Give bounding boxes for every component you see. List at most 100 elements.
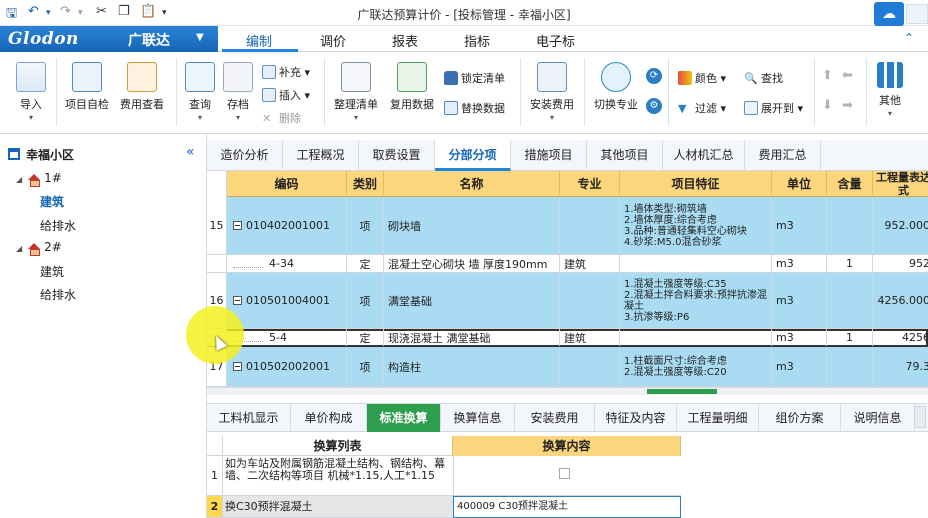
features-cell[interactable]: 1.混凝土强度等级:C35 2.混凝土拌合料要求:预拌抗渗混凝土 3.抗渗等级:P6 (620, 273, 772, 328)
tab-pricing-plan[interactable]: 组价方案 (759, 404, 841, 432)
tab-measures[interactable]: 措施项目 (511, 140, 587, 171)
import-button[interactable]: 导入 ▾ (10, 62, 52, 122)
tree-node-2-plumbing[interactable]: 给排水 (40, 286, 76, 303)
col-name-header[interactable]: 名称 (384, 171, 560, 197)
expr-cell[interactable]: 952 (873, 255, 928, 272)
bill-item-row[interactable]: 15 010402001001 项砌块墙 1.墙体类型:砌筑墙 2.墙体厚度:综合考虑 3… (207, 197, 928, 255)
collapse-row-icon[interactable] (233, 362, 242, 371)
qty-cell[interactable]: 1 (827, 329, 873, 346)
bill-item-row[interactable]: 16 010501004001 项满堂基础 1.混凝土强度等级:C35 2.混凝土拌合料… (207, 273, 928, 329)
move-right-icon[interactable]: ➡ (842, 98, 853, 113)
qty-cell[interactable] (827, 197, 873, 254)
conversion-row-selected[interactable]: 2 换C30预拌混凝土 400009 C30预拌混凝土 (207, 496, 681, 518)
col-category-header[interactable]: 类别 (347, 171, 384, 197)
tab-install-fee[interactable]: 安装费用 (515, 404, 595, 432)
detail-panel-toggle[interactable] (914, 406, 926, 428)
col-unit-header[interactable]: 单位 (772, 171, 827, 197)
cat-cell[interactable]: 项 (347, 197, 384, 254)
unit-cell[interactable]: m3 (772, 273, 827, 328)
major-cell[interactable]: 建筑 (560, 329, 620, 346)
conversion-list-header[interactable]: 换算列表 (223, 436, 453, 456)
sync-icon[interactable]: ⟳ (646, 68, 662, 84)
name-cell[interactable]: 混凝土空心砌块 墙 厚度190mm (384, 255, 560, 272)
tab-unit-price[interactable]: 单价构成 (291, 404, 367, 432)
tab-fee-summary[interactable]: 费用汇总 (745, 140, 821, 171)
collapse-row-icon[interactable] (233, 296, 242, 305)
install-fee-button[interactable]: 安装费用 ▾ (526, 62, 578, 122)
tree-node-1-building[interactable]: 建筑 (40, 193, 64, 210)
tab-fee-settings[interactable]: 取费设置 (359, 140, 435, 171)
fee-view-button[interactable]: 费用查看 (116, 62, 168, 112)
major-cell[interactable]: 建筑 (560, 255, 620, 272)
filter-button[interactable]: ▼ 过滤 ▾ (678, 100, 726, 116)
cat-cell[interactable]: 定 (347, 329, 384, 346)
scrollbar-thumb[interactable] (647, 389, 717, 394)
tab-labor-display[interactable]: 工料机显示 (207, 404, 291, 432)
collapse-ribbon-icon[interactable]: ⌃ (904, 31, 914, 45)
switch-major-button[interactable]: 切换专业 (590, 62, 642, 112)
col-code-header[interactable]: 编码 (227, 171, 347, 197)
tab-sub-items[interactable]: 分部分项 (435, 140, 511, 171)
reuse-data-button[interactable]: 复用数据 (386, 62, 438, 112)
features-cell[interactable]: 1.柱截面尺寸:综合考虑 2.混凝土强度等级:C20 (620, 347, 772, 386)
code-cell[interactable]: 010502002001 (227, 347, 347, 386)
query-button[interactable]: 查询 ▾ (182, 62, 218, 122)
tree-node-2-building[interactable]: 建筑 (40, 263, 64, 280)
code-cell[interactable]: 010501004001 (227, 273, 347, 328)
tree-node-1-plumbing[interactable]: 给排水 (40, 217, 76, 234)
expr-cell[interactable]: 952.000 (873, 197, 928, 254)
major-cell[interactable] (560, 347, 620, 386)
features-cell[interactable]: 1.墙体类型:砌筑墙 2.墙体厚度:综合考虑 3.品种:普通轻集料空心砌块 4.砂浆:… (620, 197, 772, 254)
tab-quantity-detail[interactable]: 工程量明细 (677, 404, 759, 432)
bill-item-row[interactable]: 17 010502002001 项构造柱 1.柱截面尺寸:综合考虑 2.混凝土强度等级:… (207, 347, 928, 387)
menu-tab-adjust-price[interactable]: 调价 (320, 31, 346, 50)
major-cell[interactable] (560, 273, 620, 328)
tree-node-1[interactable]: ◢ 1# (16, 171, 62, 187)
move-up-icon[interactable]: ⬆ (822, 68, 833, 83)
unit-cell[interactable]: m3 (772, 329, 827, 346)
collapse-panel-icon[interactable]: « (186, 144, 195, 160)
replace-data-button[interactable]: 替换数据 (444, 100, 505, 116)
cat-cell[interactable]: 定 (347, 255, 384, 272)
tab-labor-material-machine[interactable]: 人材机汇总 (663, 140, 745, 171)
move-left-icon[interactable]: ⬅ (842, 68, 853, 83)
code-cell[interactable]: 010402001001 (227, 197, 347, 254)
qty-cell[interactable]: 1 (827, 255, 873, 272)
menu-tab-edit[interactable]: 编制 (246, 31, 272, 50)
cat-cell[interactable]: 项 (347, 273, 384, 328)
app-logo-menu[interactable]: Glodon 广联达 ▼ (0, 26, 218, 52)
settings-icon[interactable]: ⚙ (646, 98, 662, 114)
expand-to-button[interactable]: 展开到 ▾ (744, 100, 803, 116)
expr-cell[interactable]: 4256 (873, 329, 928, 346)
features-cell[interactable] (620, 255, 772, 272)
name-cell[interactable]: 砌块墙 (384, 197, 560, 254)
delete-button[interactable]: ✕ 删除 (262, 110, 301, 126)
menu-tab-indicators[interactable]: 指标 (464, 31, 490, 50)
col-expr-header[interactable]: 工程量表达式 (873, 171, 928, 197)
quota-row[interactable]: 4-34 定混凝土空心砌块 墙 厚度190mm 建筑 m3 1 952 (207, 255, 928, 273)
conversion-row[interactable]: 1 如为车站及附属钢筋混凝土结构、钢结构、幕墙、二次结构等项目 机械*1.15,… (207, 456, 681, 496)
cat-cell[interactable]: 项 (347, 347, 384, 386)
conversion-content-select[interactable]: 400009 C30预拌混凝土 (453, 496, 681, 518)
menu-tab-e-bid[interactable]: 电子标 (536, 31, 575, 50)
find-button[interactable]: 🔍 查找 (744, 70, 783, 86)
cloud-icon[interactable]: ☁ (874, 2, 904, 26)
color-button[interactable]: 颜色 ▾ (678, 70, 726, 86)
store-button[interactable]: 存档 ▾ (220, 62, 256, 122)
tab-project-overview[interactable]: 工程概况 (283, 140, 359, 171)
col-features-header[interactable]: 项目特征 (620, 171, 772, 197)
self-check-button[interactable]: 项目自检 (62, 62, 112, 112)
tab-cost-analysis[interactable]: 造价分析 (207, 140, 283, 171)
tab-conversion-info[interactable]: 换算信息 (441, 404, 515, 432)
tab-other-items[interactable]: 其他项目 (587, 140, 663, 171)
account-badge[interactable] (906, 4, 928, 24)
expr-cell[interactable]: 4256.000 (873, 273, 928, 328)
lock-list-button[interactable]: 锁定清单 (444, 70, 505, 86)
tree-node-2[interactable]: ◢ 2# (16, 240, 62, 256)
unit-cell[interactable]: m3 (772, 197, 827, 254)
col-content-header[interactable]: 含量 (827, 171, 873, 197)
name-cell[interactable]: 现浇混凝土 满堂基础 (384, 329, 560, 346)
organize-list-button[interactable]: 整理清单 ▾ (330, 62, 382, 122)
move-down-icon[interactable]: ⬇ (822, 98, 833, 113)
conversion-checkbox[interactable] (559, 468, 570, 479)
